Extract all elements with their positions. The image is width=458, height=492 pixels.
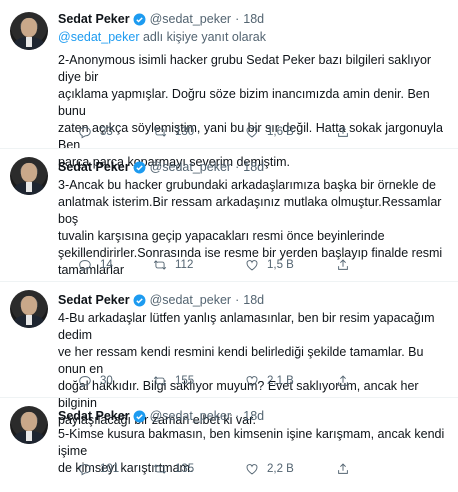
avatar[interactable] xyxy=(10,406,48,444)
reply-button[interactable]: 30 xyxy=(78,372,113,390)
separator-dot: · xyxy=(235,12,240,26)
reply-mention-link[interactable]: @sedat_peker xyxy=(58,30,140,44)
author-handle[interactable]: @sedat_peker xyxy=(150,160,232,174)
like-button[interactable]: 1,6 B xyxy=(245,123,294,141)
reply-context: @sedat_peker adlı kişiye yanıt olarak xyxy=(58,30,266,44)
separator-dot: · xyxy=(235,409,240,423)
author-name[interactable]: Sedat Peker xyxy=(58,12,130,26)
share-button[interactable] xyxy=(336,123,350,141)
like-button[interactable]: 2,2 B xyxy=(245,460,294,478)
like-icon xyxy=(246,260,258,271)
reply-count: 33 xyxy=(100,126,113,138)
tweet-header: Sedat Peker @sedat_peker · 18d xyxy=(58,10,264,28)
share-icon xyxy=(338,259,348,270)
reply-icon xyxy=(79,260,91,272)
tweet-timestamp[interactable]: 18d xyxy=(243,12,264,26)
tweet[interactable]: Sedat Peker @sedat_peker · 18d @sedat_pe… xyxy=(0,0,458,169)
author-name[interactable]: Sedat Peker xyxy=(58,409,130,423)
like-count: 2,1 B xyxy=(267,375,294,387)
author-name[interactable]: Sedat Peker xyxy=(58,160,130,174)
retweet-button[interactable]: 135 xyxy=(153,460,194,478)
like-count: 1,6 B xyxy=(267,126,294,138)
like-count: 2,2 B xyxy=(267,463,294,475)
reply-button[interactable]: 33 xyxy=(78,123,113,141)
verified-badge-icon xyxy=(133,161,146,173)
share-button[interactable] xyxy=(336,372,350,390)
retweet-count: 135 xyxy=(175,463,195,475)
tweet-header: Sedat Peker @sedat_peker · 18d xyxy=(58,407,264,425)
reply-button[interactable]: 101 xyxy=(78,460,119,478)
verified-badge-icon xyxy=(133,410,146,422)
retweet-button[interactable]: 155 xyxy=(153,372,194,390)
tweet-thread: Sedat Peker @sedat_peker · 18d @sedat_pe… xyxy=(0,0,458,492)
author-name[interactable]: Sedat Peker xyxy=(58,293,130,307)
share-icon xyxy=(338,126,348,137)
share-icon xyxy=(338,375,348,386)
avatar[interactable] xyxy=(10,12,48,50)
author-handle[interactable]: @sedat_peker xyxy=(150,12,232,26)
retweet-button[interactable]: 130 xyxy=(153,123,194,141)
reply-context-text: adlı kişiye yanıt olarak xyxy=(139,30,266,44)
tweet-timestamp[interactable]: 18d xyxy=(243,293,264,307)
avatar[interactable] xyxy=(10,290,48,328)
share-button[interactable] xyxy=(336,256,350,274)
like-icon xyxy=(246,464,258,475)
like-button[interactable]: 2,1 B xyxy=(245,372,294,390)
reply-count: 30 xyxy=(100,375,113,387)
like-icon xyxy=(246,376,258,387)
retweet-count: 130 xyxy=(175,126,195,138)
author-handle[interactable]: @sedat_peker xyxy=(150,293,232,307)
separator-dot: · xyxy=(235,160,240,174)
verified-badge-icon xyxy=(133,294,146,306)
tweet-timestamp[interactable]: 18d xyxy=(243,160,264,174)
tweet-header: Sedat Peker @sedat_peker · 18d xyxy=(58,291,264,309)
retweet-icon xyxy=(153,376,167,386)
verified-badge-icon xyxy=(133,13,146,25)
reply-button[interactable]: 14 xyxy=(78,256,113,274)
retweet-count: 112 xyxy=(175,259,194,271)
reply-icon xyxy=(79,127,91,139)
tweet[interactable]: Sedat Peker @sedat_peker · 18d 5-Kimse k… xyxy=(0,398,458,492)
like-icon xyxy=(246,127,258,138)
tweet[interactable]: Sedat Peker @sedat_peker · 18d 4-Bu arka… xyxy=(0,282,458,427)
reply-icon xyxy=(79,464,91,476)
share-button[interactable] xyxy=(336,460,350,478)
reply-icon xyxy=(79,376,91,388)
separator-dot: · xyxy=(235,293,240,307)
like-count: 1,5 B xyxy=(267,259,294,271)
avatar[interactable] xyxy=(10,157,48,195)
reply-count: 101 xyxy=(100,463,120,475)
share-icon xyxy=(338,463,348,474)
retweet-count: 155 xyxy=(175,375,195,387)
retweet-icon xyxy=(153,127,167,137)
reply-count: 14 xyxy=(100,259,113,271)
retweet-icon xyxy=(153,260,167,270)
tweet-timestamp[interactable]: 18d xyxy=(243,409,264,423)
retweet-button[interactable]: 112 xyxy=(153,256,193,274)
author-handle[interactable]: @sedat_peker xyxy=(150,409,232,423)
retweet-icon xyxy=(153,464,167,474)
like-button[interactable]: 1,5 B xyxy=(245,256,294,274)
tweet-header: Sedat Peker @sedat_peker · 18d xyxy=(58,158,264,176)
tweet[interactable]: Sedat Peker @sedat_peker · 18d 3-Ancak b… xyxy=(0,149,458,280)
